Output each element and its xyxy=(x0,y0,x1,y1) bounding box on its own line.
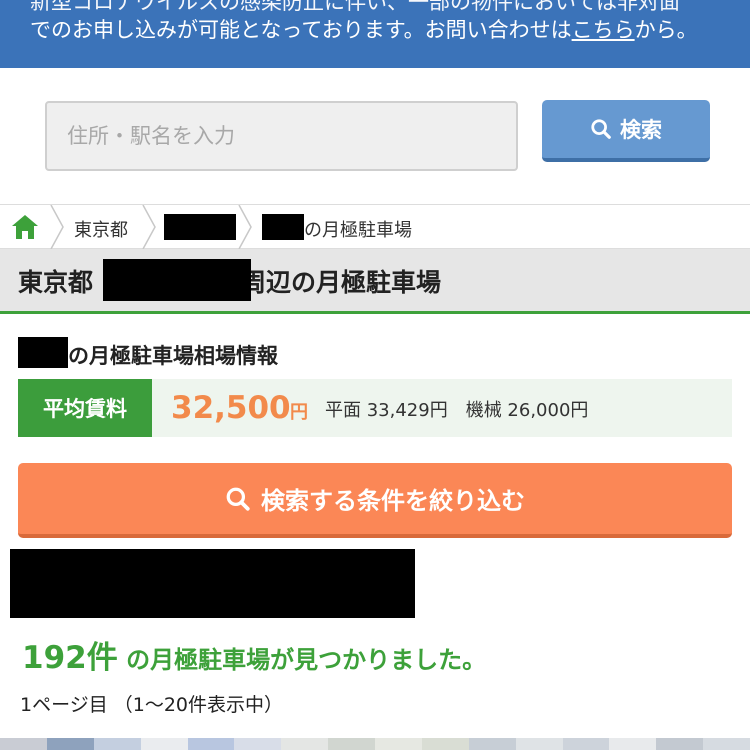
breadcrumb: 東京都 の月極駐車場 xyxy=(0,204,750,249)
breadcrumb-separator-icon xyxy=(238,205,252,249)
search-bar: 検索 xyxy=(0,68,750,204)
redacted-block xyxy=(103,259,251,301)
home-icon xyxy=(12,215,38,239)
breadcrumb-separator-icon xyxy=(142,205,156,249)
result-count-number: 192件 xyxy=(22,640,118,676)
average-rent-unit: 円 xyxy=(290,402,308,423)
notice-banner: 新型コロナウイルスの感染防止に伴い、一部の物件においては非対面 でのお申し込みが… xyxy=(0,0,750,68)
breadcrumb-separator-icon xyxy=(50,205,64,249)
search-icon xyxy=(226,487,250,511)
result-count-text: の月極駐車場が見つかりました。 xyxy=(117,646,487,674)
filter-conditions-button[interactable]: 検索する条件を絞り込む xyxy=(18,463,732,538)
breadcrumb-item-tokyo[interactable]: 東京都 xyxy=(74,216,128,242)
redacted-block xyxy=(18,337,68,368)
notice-text-line2: でのお申し込みが可能となっております。お問い合わせはこちらから。 xyxy=(30,14,698,44)
average-rent-row: 平均賃料 32,500 円 平面 33,429円 機械 26,000円 xyxy=(18,379,732,437)
notice-link[interactable]: こちら xyxy=(572,18,635,42)
redacted-block xyxy=(262,214,304,240)
average-rent-price: 32,500 xyxy=(171,390,291,426)
market-info-title: の月極駐車場相場情報 xyxy=(68,344,278,368)
search-button-label: 検索 xyxy=(620,118,662,142)
redacted-block xyxy=(10,549,415,618)
redacted-block xyxy=(164,214,236,240)
search-button[interactable]: 検索 xyxy=(542,100,710,162)
page-info: 1ページ目 （1〜20件表示中） xyxy=(20,694,284,716)
notice-text-end: から。 xyxy=(634,18,698,42)
result-count: 192件 の月極駐車場が見つかりました。 xyxy=(22,632,486,677)
page-title-bar: 東京都 周辺の月極駐車場 xyxy=(0,249,750,314)
average-rent-label: 平均賃料 xyxy=(18,379,152,437)
breadcrumb-home[interactable] xyxy=(0,205,50,249)
search-icon xyxy=(591,119,611,139)
breadcrumb-item-current: の月極駐車場 xyxy=(304,220,412,241)
rent-breakdown: 平面 33,429円 機械 26,000円 xyxy=(325,400,589,421)
page-title-prefix: 東京都 xyxy=(18,268,94,297)
page-title-suffix: 周辺の月極駐車場 xyxy=(241,268,442,297)
filter-button-label: 検索する条件を絞り込む xyxy=(261,487,525,515)
notice-text: でのお申し込みが可能となっております。お問い合わせは xyxy=(30,18,572,42)
thumbnail-strip xyxy=(0,738,750,750)
search-input[interactable] xyxy=(45,101,518,171)
